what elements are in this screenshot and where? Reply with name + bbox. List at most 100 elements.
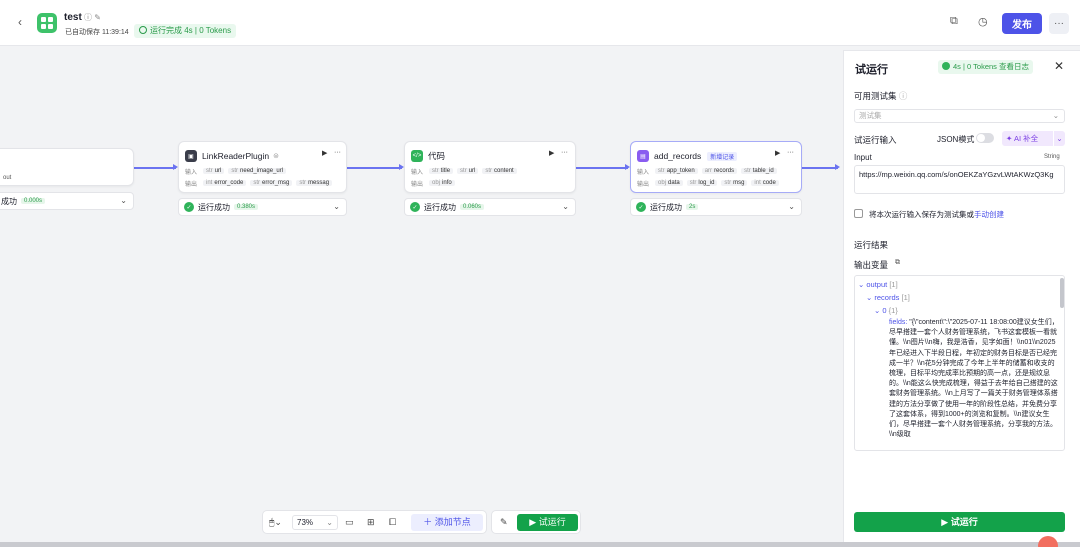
status-label: 运行成功 xyxy=(198,202,230,212)
chevron-down-icon[interactable]: ⌄ xyxy=(1053,131,1065,146)
input-field-label: Input xyxy=(854,153,872,162)
chevron-down-icon[interactable]: ⌄ xyxy=(120,196,127,205)
app-title: test xyxy=(64,12,82,23)
manual-create-link[interactable]: 手动创建 xyxy=(974,210,1004,219)
trial-run-label: 试运行 xyxy=(538,517,566,527)
chevron-down-icon[interactable]: ⌄ xyxy=(333,202,340,211)
panel-trial-run-button[interactable]: ▶ 试运行 xyxy=(854,512,1065,532)
check-icon: ✓ xyxy=(636,202,646,212)
start-status-label: 成功 xyxy=(1,196,17,206)
node-outputs: 输出 int error_code str error_msg str messag xyxy=(185,178,336,188)
duration-badge: 0.060s xyxy=(460,204,485,210)
copy-icon[interactable]: ⧉ xyxy=(950,15,958,28)
view-log-link[interactable]: 查看日志 xyxy=(999,62,1029,71)
start-status[interactable]: 成功 0.000s ⌄ xyxy=(0,192,134,210)
horizontal-scrollbar[interactable] xyxy=(0,542,1080,547)
testset-select[interactable]: 测试集 ⌄ xyxy=(854,109,1065,123)
close-icon[interactable]: ✕ xyxy=(1054,59,1064,73)
status-label: 运行成功 xyxy=(424,202,456,212)
chevron-down-icon[interactable]: ⌄ xyxy=(788,202,795,211)
mouse-mode-icon[interactable]: 🖱︎⌄ xyxy=(269,517,282,528)
play-icon[interactable]: ▶ xyxy=(322,149,327,157)
chevron-down-icon: ⌄ xyxy=(326,518,333,527)
output-vars-label: 输出变量 xyxy=(854,260,889,270)
json-mode-toggle[interactable] xyxy=(976,133,994,143)
node-title: 代码 xyxy=(428,151,446,161)
link-reader-status[interactable]: ✓ 运行成功 0.380s ⌄ xyxy=(178,198,347,216)
node-title: LinkReaderPlugin xyxy=(202,151,270,161)
trial-run-panel: 试运行 4s | 0 Tokens 查看日志 ✕ 可用测试集 ⓘ 测试集 ⌄ 试运… xyxy=(843,50,1080,542)
workflow-canvas[interactable]: out 成功 0.000s ⌄ ▣ LinkReaderPlugin ⊜ ▶ ·… xyxy=(0,46,843,542)
edge-addrecords-end xyxy=(802,164,840,170)
code-icon: </> xyxy=(411,150,423,162)
status-label: 运行成功 xyxy=(650,202,682,212)
action-tag[interactable]: 新增记录 xyxy=(707,151,738,161)
plugin-icon: ▤ xyxy=(637,150,649,162)
play-icon[interactable]: ▶ xyxy=(775,149,780,157)
check-circle-icon xyxy=(942,62,950,70)
info-edit-icons[interactable]: ⓘ ✎ xyxy=(84,12,101,23)
json-mode-label: JSON模式 xyxy=(937,135,975,144)
node-link-reader[interactable]: ▣ LinkReaderPlugin ⊜ ▶ ··· 输入 str url str… xyxy=(178,141,347,193)
chevron-down-icon[interactable]: ⌄ xyxy=(562,202,569,211)
node-code[interactable]: </> 代码 ▶ ··· 输入 str title str url str conte… xyxy=(404,141,576,193)
run-status-text: 运行完成 4s | 0 Tokens xyxy=(150,26,232,35)
start-node[interactable]: out xyxy=(0,148,134,186)
trial-run-button[interactable]: ▶ 试运行 xyxy=(517,514,578,531)
input-url-field[interactable]: https://mp.weixin.qq.com/s/onOEKZaYGzvLW… xyxy=(854,165,1065,194)
save-testset-text: 将本次运行输入保存为测试集或手动创建 xyxy=(869,210,1004,219)
autosave-status: 已自动保存 11:39:14 xyxy=(65,29,129,36)
zoom-select[interactable]: 73% ⌄ xyxy=(292,515,338,530)
start-duration: 0.000s xyxy=(21,198,46,204)
copy-icon[interactable]: ⧉ xyxy=(895,259,900,267)
edge-linkreader-code xyxy=(347,164,404,170)
publish-button[interactable]: 发布 xyxy=(1002,13,1042,34)
node-inputs: 输入 str app_token arr records str table_id xyxy=(637,166,781,176)
check-circle-icon xyxy=(139,26,147,34)
add-records-status[interactable]: ✓ 运行成功 2s ⌄ xyxy=(630,198,802,216)
back-icon[interactable]: ‹ xyxy=(18,15,22,29)
settings-icon[interactable]: ⊜ xyxy=(273,152,279,160)
add-node-button[interactable]: ＋ 添加节点 xyxy=(411,514,483,531)
save-testset-checkbox[interactable] xyxy=(854,209,863,218)
debug-icon[interactable]: ✎ xyxy=(500,517,508,528)
code-status[interactable]: ✓ 运行成功 0.060s ⌄ xyxy=(404,198,576,216)
tree-records[interactable]: ⌄ records [1] xyxy=(866,293,910,302)
check-icon: ✓ xyxy=(184,202,194,212)
tree-index[interactable]: ⌄ 0 {1} xyxy=(874,306,898,315)
edge-code-addrecords xyxy=(576,164,630,170)
result-label: 运行结果 xyxy=(854,240,889,250)
check-icon: ✓ xyxy=(410,202,420,212)
more-icon[interactable]: ··· xyxy=(334,149,341,156)
start-output-fragment: out xyxy=(3,175,12,181)
run-toolbar: ✎ ▶ 试运行 xyxy=(491,510,581,534)
more-icon[interactable]: ··· xyxy=(787,149,794,156)
info-icon: ⓘ xyxy=(898,91,908,101)
comment-icon[interactable]: ▭ xyxy=(345,517,354,528)
scrollbar[interactable] xyxy=(1060,278,1064,308)
node-inputs: 输入 str url str need_image_url xyxy=(185,166,290,176)
fields-value: fields: "{\"content\":\"2025-07-11 18:08… xyxy=(889,319,1059,439)
panel-title: 试运行 xyxy=(855,64,888,76)
top-header: ‹ test ⓘ ✎ 已自动保存 11:39:14 运行完成 4s | 0 To… xyxy=(0,0,1080,46)
tree-output[interactable]: ⌄ output [1] xyxy=(858,280,898,289)
input-type-tag: String xyxy=(1044,154,1060,160)
minimap-icon[interactable]: ⧠ xyxy=(389,517,396,528)
panel-status-badge[interactable]: 4s | 0 Tokens 查看日志 xyxy=(938,60,1034,74)
zoom-value: 73% xyxy=(297,518,314,527)
chevron-down-icon: ⌄ xyxy=(1052,111,1059,120)
run-status-badge[interactable]: 运行完成 4s | 0 Tokens xyxy=(134,24,237,38)
add-node-label: 添加节点 xyxy=(434,517,471,527)
play-icon[interactable]: ▶ xyxy=(549,149,554,157)
output-json-viewer[interactable]: ⌄ output [1] ⌄ records [1] ⌄ 0 {1} field… xyxy=(854,275,1065,451)
more-button[interactable]: ··· xyxy=(1049,13,1069,34)
canvas-toolbar: 🖱︎⌄ 73% ⌄ ▭ ⊞ ⧠ ＋ 添加节点 xyxy=(262,510,487,534)
node-add-records[interactable]: ▤ add_records 新增记录 ▶ ··· 输入 str app_token… xyxy=(630,141,802,193)
more-icon[interactable]: ··· xyxy=(561,149,568,156)
plugin-icon: ▣ xyxy=(185,150,197,162)
history-icon[interactable]: ◷ xyxy=(978,15,988,28)
layout-icon[interactable]: ⊞ xyxy=(367,517,375,528)
node-outputs: 输出 obj data str log_id str msg int code xyxy=(637,178,783,188)
ai-fill-button[interactable]: ✦ AI 补全 ⌄ xyxy=(1002,131,1065,146)
trial-input-label: 试运行输入 xyxy=(854,135,897,145)
